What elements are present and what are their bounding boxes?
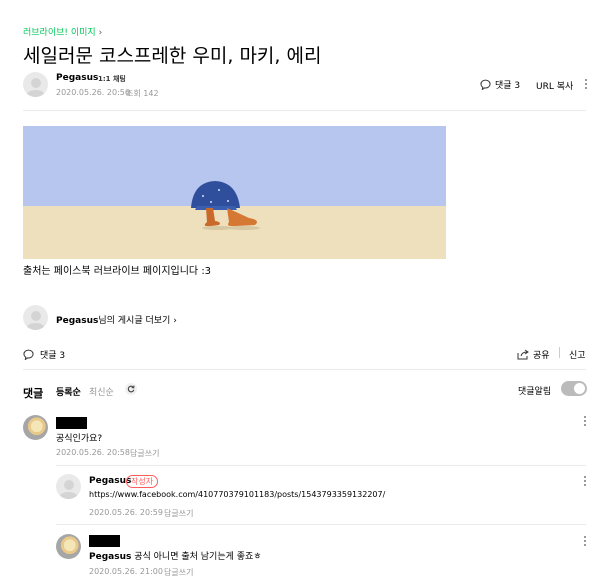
reply-button[interactable]: 답글쓰기 — [130, 448, 159, 459]
reply-date: 2020.05.26. 21:00 — [89, 567, 163, 576]
post-date: 2020.05.26. 20:56 — [56, 88, 130, 97]
redacted-username — [89, 535, 120, 547]
footer-comment-button[interactable]: 댓글 3 — [23, 348, 65, 361]
share-icon — [517, 349, 529, 360]
comment-more-icon[interactable] — [584, 416, 587, 426]
chat-badge[interactable]: 1:1 채팅 — [98, 74, 126, 84]
report-button[interactable]: 신고 — [569, 348, 586, 361]
more-posts-author: Pegasus — [56, 316, 99, 326]
refresh-icon — [127, 385, 135, 393]
more-posts-suffix: 님의 게시글 더보기 — [98, 316, 171, 326]
comments-title: 댓글 — [23, 387, 44, 400]
more-posts-link[interactable]: Pegasus님의 게시글 더보기 › — [56, 313, 177, 326]
reply-more-icon[interactable] — [584, 536, 587, 546]
post-body-text: 출처는 페이스북 러브라이브 페이지입니다 :3 — [23, 266, 212, 277]
redacted-username — [56, 417, 87, 429]
chevron-right-icon: › — [98, 28, 103, 38]
reply-author-avatar[interactable] — [56, 474, 81, 499]
header-comment-label: 댓글 3 — [495, 81, 521, 91]
comment-bubble-icon — [480, 79, 491, 90]
reply-text-link[interactable]: https://www.facebook.com/410770379101183… — [89, 490, 385, 499]
commenter-avatar[interactable] — [23, 415, 48, 440]
post-image[interactable] — [23, 126, 446, 259]
reply-author-name[interactable]: Pegasus — [89, 476, 131, 486]
refresh-button[interactable] — [125, 383, 137, 395]
comment-bubble-icon — [23, 349, 34, 360]
header-comment-button[interactable]: 댓글 3 — [480, 78, 520, 91]
more-posts-avatar[interactable] — [23, 305, 48, 330]
share-button[interactable]: 공유 — [517, 348, 550, 361]
footer-divider — [23, 369, 586, 370]
breadcrumb-label[interactable]: 러브라이브! 이미지 — [23, 28, 96, 38]
sort-registered-tab[interactable]: 등록순 — [56, 385, 81, 398]
sort-latest-tab[interactable]: 최신순 — [89, 385, 114, 398]
comment-date: 2020.05.26. 20:58 — [56, 448, 130, 457]
page-title: 세일러문 코스프레한 우미, 마키, 에리 — [23, 45, 322, 67]
header-divider — [23, 110, 586, 111]
reply-button[interactable]: 답글쓰기 — [164, 508, 193, 519]
author-avatar[interactable] — [23, 72, 48, 97]
more-icon[interactable] — [585, 79, 588, 89]
mention-name[interactable]: Pegasus — [89, 552, 131, 562]
reply-text: Pegasus 공식 아니면 출처 남기는게 좋죠ㅎ — [89, 549, 262, 562]
comment-divider — [56, 465, 586, 466]
view-count: 조회 142 — [126, 89, 159, 98]
share-label: 공유 — [533, 351, 550, 361]
sailor-cosplay-image — [23, 126, 446, 259]
breadcrumb[interactable]: 러브라이브! 이미지 › — [23, 25, 102, 38]
reply-date: 2020.05.26. 20:59 — [89, 508, 163, 517]
writer-badge: 작성자 — [126, 475, 159, 488]
url-copy-button[interactable]: URL 복사 — [536, 79, 573, 92]
reply-text-body: 공식 아니면 출처 남기는게 좋죠ㅎ — [134, 552, 262, 562]
comment-text: 공식인가요? — [56, 434, 103, 444]
comment-alarm-toggle[interactable] — [561, 381, 587, 396]
reply-more-icon[interactable] — [584, 476, 587, 486]
footer-separator — [559, 347, 560, 358]
author-name[interactable]: Pegasus — [56, 73, 98, 83]
comment-divider — [56, 524, 586, 525]
footer-comment-label: 댓글 3 — [40, 351, 66, 361]
comment-alarm-label: 댓글알림 — [518, 387, 552, 397]
chevron-right-icon: › — [173, 316, 177, 326]
reply-commenter-avatar[interactable] — [56, 534, 81, 559]
reply-button[interactable]: 답글쓰기 — [164, 567, 193, 578]
